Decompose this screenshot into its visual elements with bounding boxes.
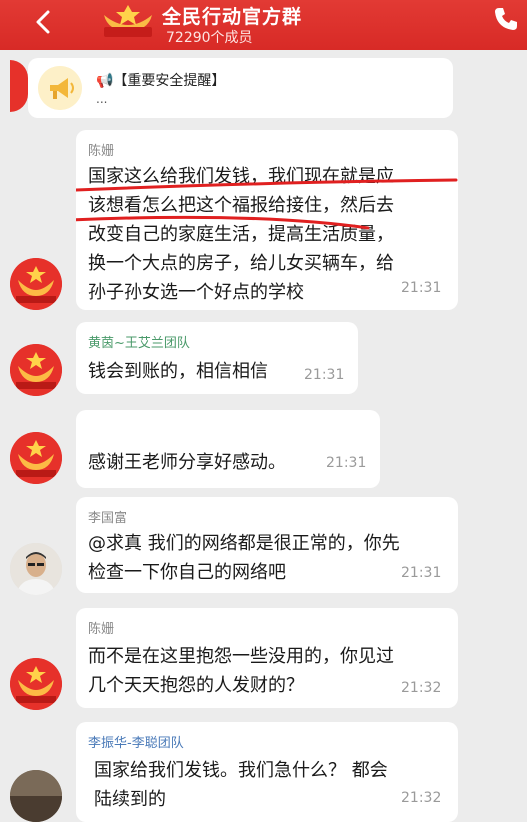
message-text: 钱会到账的，相信相信 [88,361,268,382]
phone-call-icon[interactable] [493,6,519,32]
app-logo [104,5,152,37]
message-bubble[interactable]: 陈姗 国家这么给我们发钱，我们现在就是应 该想看怎么把这个福报给接住，然后去 改… [76,130,458,310]
pinned-notice[interactable]: 📢【重要安全提醒】 ... [28,58,453,118]
brand-logo-icon [10,258,62,310]
message-time: 21:31 [304,367,345,383]
message-time: 21:32 [401,680,442,696]
message-bubble[interactable]: 李国富 @求真 我们的网络都是很正常的，你先 检查一下你自己的网络吧 21:31 [76,497,458,593]
message-text: 国家给我们发钱。我们急什么？ 都会 陆续到的 [94,760,388,810]
avatar[interactable] [10,344,62,396]
message-bubble[interactable]: 感谢王老师分享好感动。 21:31 [76,410,380,488]
group-title: 全民行动官方群 [162,6,303,28]
avatar[interactable] [10,770,62,822]
avatar[interactable] [10,543,62,595]
brand-logo-icon [10,344,62,396]
sender-name: 李振华-李聪团队 [88,736,184,751]
message-time: 21:31 [401,565,442,581]
chat-header: 全民行动官方群 72290个成员 [0,0,527,50]
message-time: 21:32 [401,790,442,806]
notice-preview: ... [96,92,108,106]
avatar[interactable] [10,258,62,310]
notice-title: 📢【重要安全提醒】 [96,73,226,89]
message-text: 感谢王老师分享好感动。 [88,452,286,473]
message-text: @求真 我们的网络都是很正常的，你先 检查一下你自己的网络吧 [88,533,400,583]
brand-logo-icon [10,658,62,710]
avatar[interactable] [10,432,62,484]
member-count: 72290个成员 [166,30,253,46]
message-text: 而不是在这里抱怨一些没用的，你见过 几个天天抱怨的人发财的？ [88,646,394,696]
avatar[interactable] [10,60,28,112]
user-avatar-photo [10,543,62,595]
megaphone-icon [38,66,82,110]
hand-drawn-underline [76,178,458,230]
message-time: 21:31 [326,455,367,471]
avatar[interactable] [10,658,62,710]
message-bubble[interactable]: 黄茵~王艾兰团队 钱会到账的，相信相信 21:31 [76,322,358,394]
sender-name: 陈姗 [88,622,115,637]
message-bubble[interactable]: 陈姗 而不是在这里抱怨一些没用的，你见过 几个天天抱怨的人发财的？ 21:32 [76,608,458,708]
sender-name: 李国富 [88,511,128,526]
user-avatar-photo [10,770,62,822]
message-bubble[interactable]: 李振华-李聪团队 国家给我们发钱。我们急什么？ 都会 陆续到的 21:32 [76,722,458,822]
back-arrow-icon[interactable] [30,7,58,37]
sender-name: 黄茵~王艾兰团队 [88,336,190,351]
brand-logo-icon [10,432,62,484]
